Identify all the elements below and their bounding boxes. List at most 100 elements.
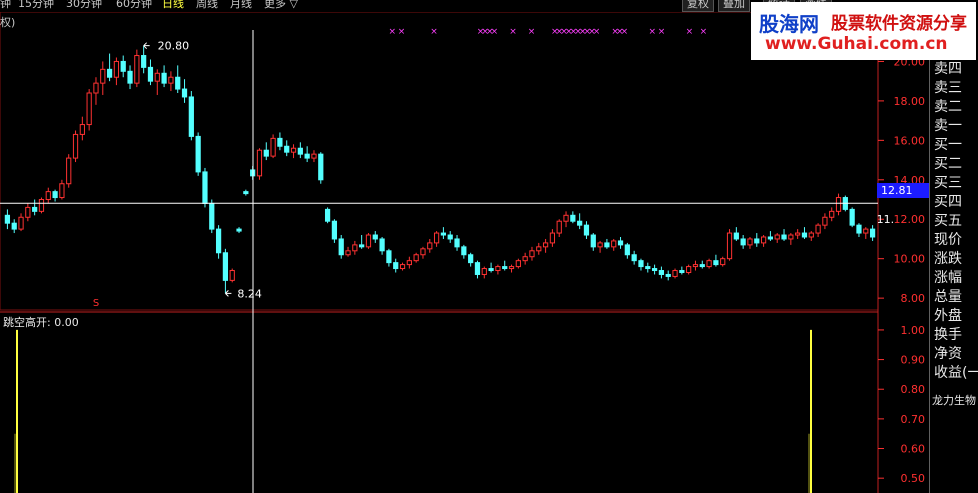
period-tab-5[interactable]: 周线 <box>196 0 218 11</box>
period-tab-0[interactable]: 钟 <box>0 0 11 11</box>
indicator-tick-label: 0.90 <box>901 354 926 367</box>
signal-marker: × <box>398 27 406 37</box>
candle-body <box>651 268 658 272</box>
period-tab-6[interactable]: 月线 <box>230 0 252 11</box>
candle-body <box>454 238 460 248</box>
quote-row-label: 净资 <box>934 346 962 362</box>
candle-body <box>331 220 338 240</box>
candle-body <box>236 228 242 232</box>
candle-body <box>822 216 828 226</box>
candle-body <box>617 240 624 246</box>
candle-body <box>672 270 678 277</box>
candle-body <box>474 262 481 275</box>
price-tick-label: 8.00 <box>901 292 926 305</box>
quote-row-label: 涨跌 <box>934 251 962 267</box>
quote-row-label: 外盘 <box>934 308 962 324</box>
candle-body <box>440 232 447 236</box>
candle-body <box>733 232 739 240</box>
period-tab-2[interactable]: 30分钟 <box>66 0 102 11</box>
candle-body <box>59 183 65 199</box>
signal-markers: × × × ×××× × × ×××××××××× ××× × × × × <box>389 27 708 37</box>
quote-row-label: 卖二 <box>934 99 962 115</box>
candle-body <box>774 234 780 240</box>
candle-body <box>488 268 494 272</box>
candle-body <box>720 258 726 266</box>
candle-body <box>311 153 317 159</box>
signal-marker: × <box>658 27 666 37</box>
candle-body <box>147 66 154 82</box>
candle-body <box>549 232 556 244</box>
candle-body <box>161 72 167 84</box>
period-tab-7[interactable]: 更多 ▽ <box>264 0 298 11</box>
candle-body <box>188 96 194 137</box>
indicator-tick-label: 0.60 <box>901 443 926 456</box>
candle-body <box>856 224 862 234</box>
candle-body <box>420 248 426 256</box>
candle-body <box>154 72 160 82</box>
candle-body <box>352 244 358 252</box>
candle-body <box>508 266 515 270</box>
candle-body <box>447 234 453 240</box>
toolbar-button-1[interactable]: 叠加 <box>718 0 750 12</box>
candle-body <box>692 264 699 268</box>
stock-name[interactable]: 龙力生物 <box>932 392 976 408</box>
price-pane-border <box>0 11 879 311</box>
period-tab-3[interactable]: 60分钟 <box>116 0 152 11</box>
candle-body <box>372 234 378 240</box>
price-tick-label: 16.00 <box>894 134 926 147</box>
candle-body <box>297 147 303 155</box>
candle-body <box>556 220 562 234</box>
candle-body <box>324 208 331 222</box>
period-tab-4[interactable]: 日线 <box>162 0 184 11</box>
quote-row-label: 买三 <box>934 175 962 191</box>
candle-body <box>433 232 440 244</box>
candle-body <box>658 270 665 275</box>
candle-body <box>829 210 835 218</box>
candle-body <box>529 250 535 258</box>
candle-body <box>120 60 126 72</box>
quote-row-label: 卖一 <box>934 118 962 134</box>
candle-body <box>835 197 842 212</box>
quote-row-label: 总量 <box>934 289 962 305</box>
chart-canvas[interactable]: × × × ×××× × × ×××××××××× ××× × × × × 20.0018.0016.… <box>0 0 978 493</box>
indicator-series <box>14 329 812 493</box>
logo-brand: 股海网 <box>759 12 819 36</box>
candle-body <box>100 68 106 84</box>
candle-body <box>815 224 821 234</box>
candle-body <box>427 242 433 250</box>
candle-body <box>4 214 11 224</box>
candlestick-series <box>4 45 876 294</box>
candle-body <box>536 246 542 252</box>
candle-body <box>754 238 760 244</box>
period-tab-1[interactable]: 15分钟 <box>18 0 54 11</box>
candle-body <box>645 266 651 270</box>
candle-body <box>263 149 269 157</box>
candle-body <box>72 133 79 159</box>
toolbar-button-0[interactable]: 复权 <box>682 0 714 12</box>
candle-body <box>570 214 576 222</box>
candle-body <box>181 88 188 98</box>
candle-body <box>134 55 140 84</box>
candle-body <box>468 254 474 264</box>
quote-row-label: 买五 <box>934 213 962 229</box>
chart-grid <box>0 11 879 493</box>
candle-body <box>631 254 637 262</box>
candle-body <box>808 232 814 238</box>
candle-body <box>256 149 263 177</box>
candle-body <box>195 135 201 173</box>
signal-marker: × <box>509 27 517 37</box>
candle-body <box>243 191 249 195</box>
candle-body <box>393 262 399 270</box>
signal-marker: × <box>700 27 708 37</box>
candle-body <box>590 234 596 248</box>
candle-body <box>66 157 72 185</box>
candle-body <box>542 242 549 248</box>
low-arrow <box>225 290 232 297</box>
candle-body <box>79 124 85 135</box>
candle-body <box>270 137 276 157</box>
candle-body <box>624 244 630 256</box>
price-axis: 20.0018.0016.0014.0012.0010.008.001.000.… <box>878 55 925 485</box>
annotations: 20.80 8.24 11. S <box>0 30 894 493</box>
candle-body <box>502 266 508 270</box>
logo-url: www.Guhai.com.cn <box>765 34 948 54</box>
